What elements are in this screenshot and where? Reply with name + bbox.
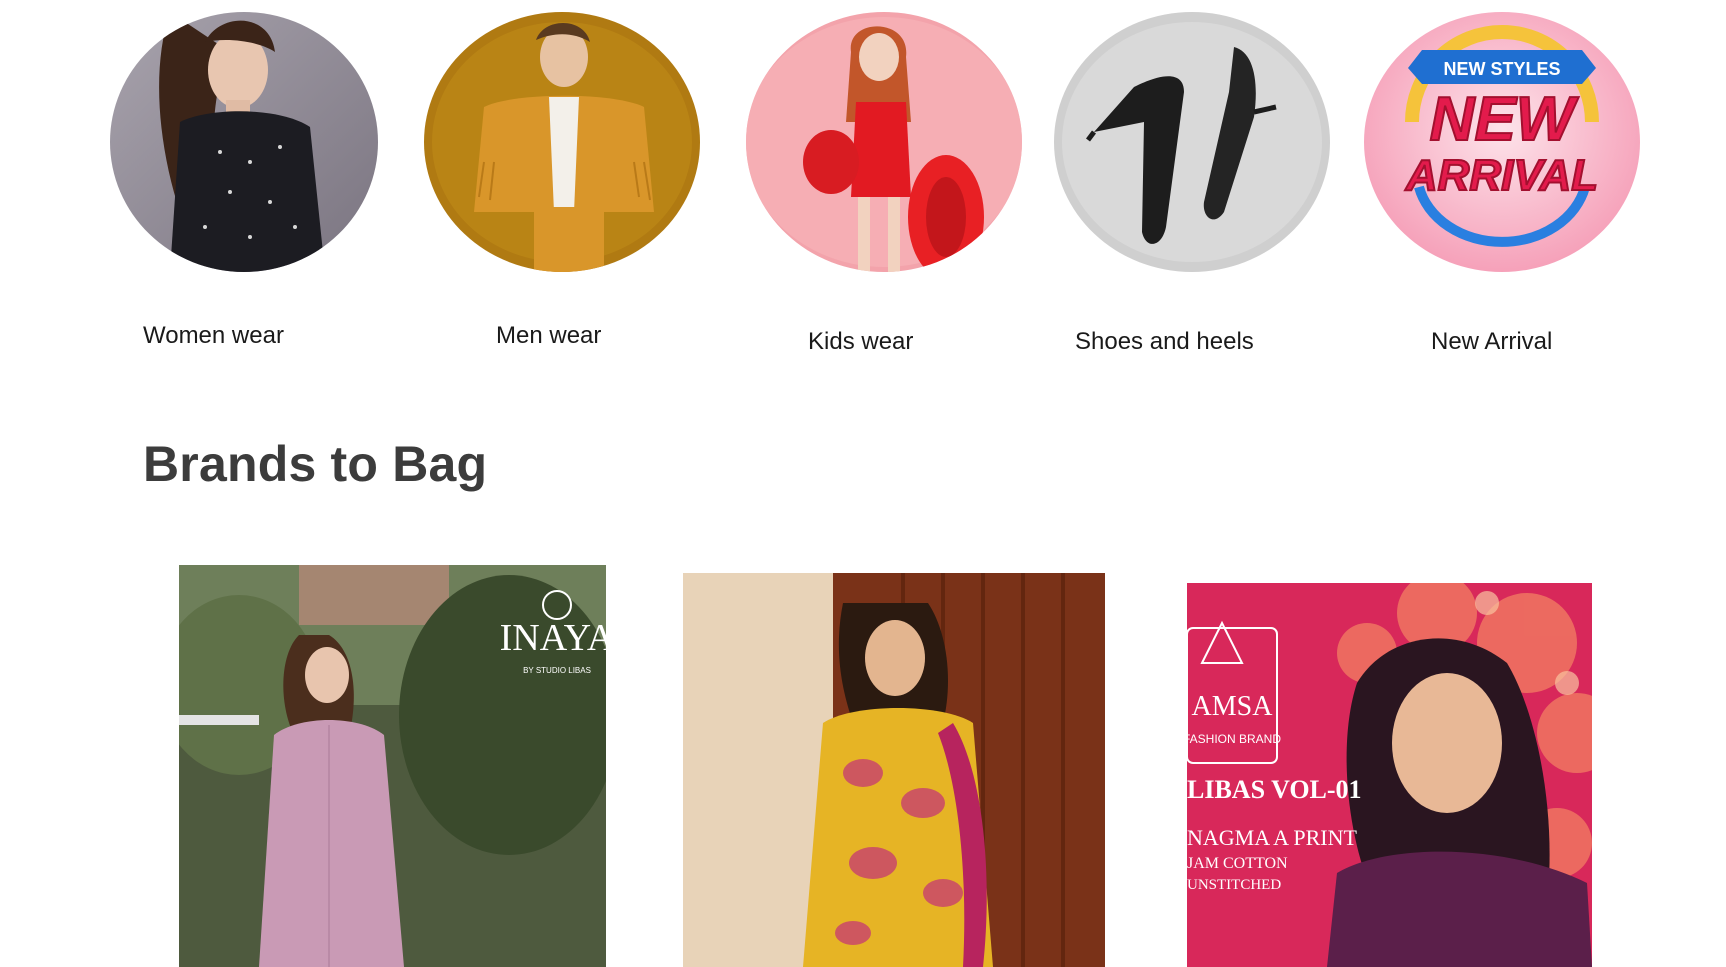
brand-inaya-sub: BY STUDIO LIBAS — [523, 666, 591, 675]
women-wear-label[interactable]: Women wear — [143, 322, 284, 350]
brand-amsa-line2: JAM COTTON — [1187, 855, 1288, 872]
brand-amsa-line3: UNSTITCHED — [1187, 877, 1281, 893]
new-arrival-line2: ARRIVAL — [1405, 151, 1598, 200]
new-arrival-line1: NEW — [1430, 85, 1579, 154]
kids-wear-label[interactable]: Kids wear — [808, 328, 913, 356]
brand-card-floral-suit[interactable] — [683, 573, 1105, 967]
men-wear-image[interactable] — [424, 12, 700, 272]
brand-amsa-line1: NAGMA A PRINT — [1187, 825, 1357, 850]
brand-amsa-sub: FASHION BRAND — [1187, 732, 1281, 746]
women-wear-image[interactable] — [110, 12, 378, 272]
section-title: Brands to Bag — [143, 436, 488, 492]
new-arrival-ribbon-text: NEW STYLES — [1443, 59, 1560, 79]
shoes-and-heels-label[interactable]: Shoes and heels — [1075, 328, 1254, 356]
shoes-and-heels-image[interactable] — [1054, 12, 1330, 272]
brand-card-inaya[interactable]: INAYA BY STUDIO LIBAS — [179, 565, 606, 967]
kids-wear-image[interactable] — [746, 12, 1022, 272]
brand-amsa-title: LIBAS VOL-01 — [1187, 775, 1362, 804]
men-wear-label[interactable]: Men wear — [496, 322, 601, 350]
brand-card-amsa[interactable]: AMSA FASHION BRAND LIBAS VOL-01 NAGMA A … — [1187, 583, 1592, 967]
new-arrival-image[interactable]: NEW STYLES NEW ARRIVAL — [1364, 12, 1640, 272]
brand-inaya-logo: INAYA — [500, 617, 606, 659]
brand-amsa-logo: AMSA — [1192, 691, 1274, 722]
new-arrival-label[interactable]: New Arrival — [1431, 328, 1552, 356]
